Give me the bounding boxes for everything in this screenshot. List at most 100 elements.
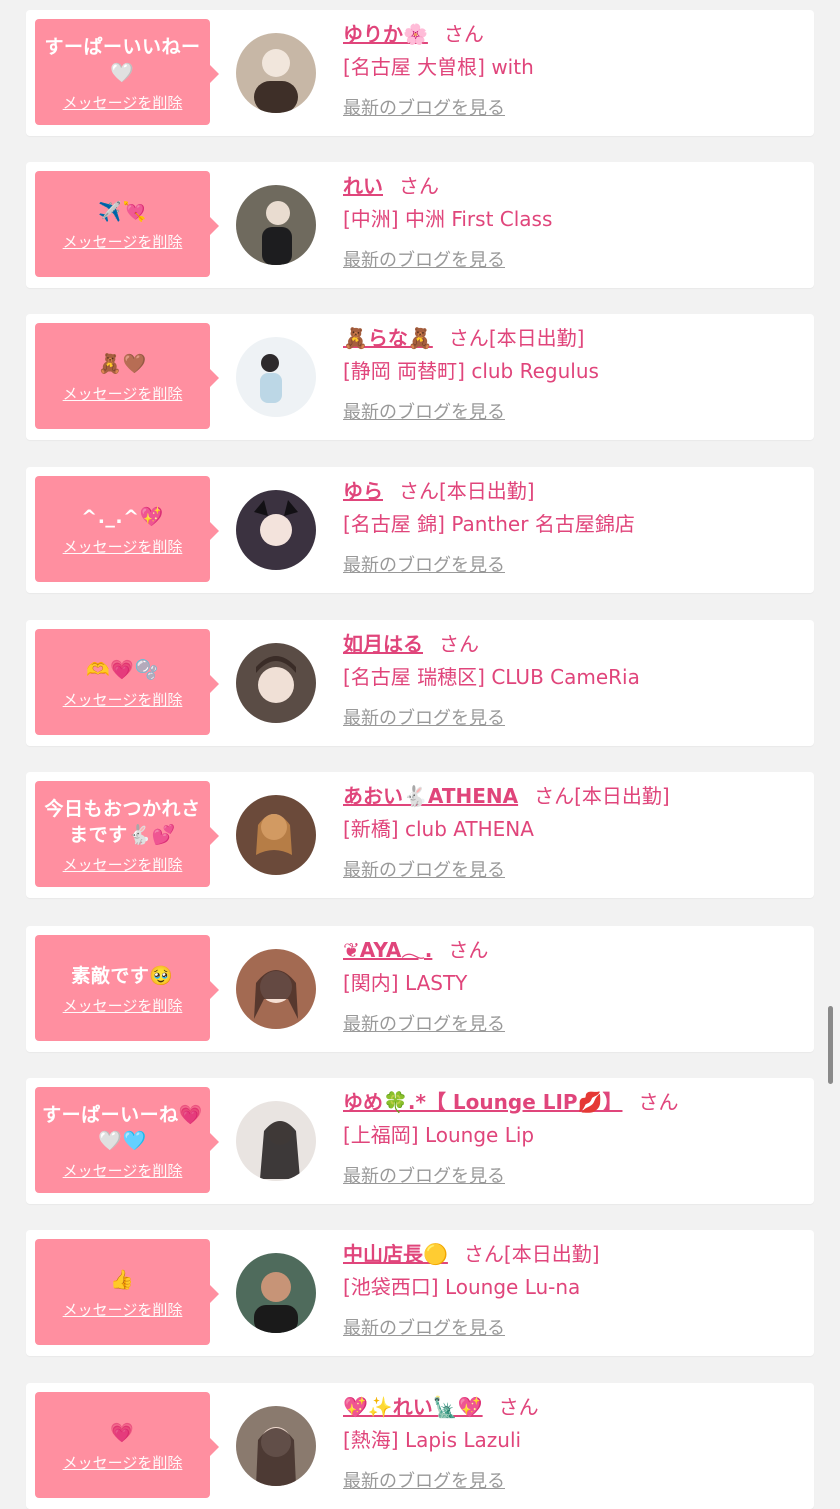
message-bubble: 🧸🤎 メッセージを削除 bbox=[35, 323, 219, 429]
message-bubble: ✈️💘 メッセージを削除 bbox=[35, 171, 219, 277]
avatar[interactable] bbox=[236, 1253, 316, 1333]
message-bubble: 💗 メッセージを削除 bbox=[35, 1392, 219, 1498]
message-bubble: すーぱーいいねー🤍 メッセージを削除 bbox=[35, 19, 219, 125]
message-card: 👍 メッセージを削除 中山店長🟡 さん[本日出勤] [池袋西口] Lounge L… bbox=[26, 1230, 814, 1356]
message-text: すーぱーいいねー🤍 bbox=[44, 35, 201, 84]
message-card: すーぱーいいねー🤍 メッセージを削除 ゆりか🌸 さん [名古屋 大曽根] with… bbox=[26, 10, 814, 136]
delete-message-link[interactable]: メッセージを削除 bbox=[63, 383, 183, 404]
shop-label: [熱海] Lapis Lazuli bbox=[343, 1428, 522, 1452]
sender-name-link[interactable]: れい bbox=[343, 174, 383, 198]
shop-label: [関内] LASTY bbox=[343, 971, 468, 995]
latest-blog-link[interactable]: 最新のブログを見る bbox=[343, 398, 505, 424]
message-bubble: すーぱーいーね💗🤍🩵 メッセージを削除 bbox=[35, 1087, 219, 1193]
latest-blog-link[interactable]: 最新のブログを見る bbox=[343, 856, 505, 882]
honorific: さん bbox=[498, 1395, 539, 1419]
message-text: 素敵です🥹 bbox=[71, 964, 174, 987]
scrollbar[interactable] bbox=[828, 1006, 833, 1084]
latest-blog-link[interactable]: 最新のブログを見る bbox=[343, 246, 505, 272]
avatar[interactable] bbox=[236, 949, 316, 1029]
latest-blog-link[interactable]: 最新のブログを見る bbox=[343, 1010, 505, 1036]
message-text: 💗 bbox=[110, 1421, 135, 1444]
shop-label: [名古屋 大曽根] with bbox=[343, 55, 534, 79]
avatar-photo-icon bbox=[236, 337, 316, 417]
avatar[interactable] bbox=[236, 33, 316, 113]
delete-message-link[interactable]: メッセージを削除 bbox=[63, 1299, 183, 1320]
avatar-photo-icon bbox=[236, 795, 316, 875]
message-bubble: 素敵です🥹 メッセージを削除 bbox=[35, 935, 219, 1041]
shop-label: [静岡 両替町] club Regulus bbox=[343, 359, 599, 383]
message-text: 🫶💗🫧 bbox=[86, 658, 159, 681]
sender-name-row: 中山店長🟡 さん[本日出勤] bbox=[343, 1240, 803, 1268]
message-bubble: 今日もおつかれさまです🐇💕 メッセージを削除 bbox=[35, 781, 219, 887]
delete-message-link[interactable]: メッセージを削除 bbox=[63, 1160, 183, 1181]
honorific: さん bbox=[448, 938, 489, 962]
avatar[interactable] bbox=[236, 185, 316, 265]
message-card: ✈️💘 メッセージを削除 れい さん [中洲] 中洲 First Class 最新… bbox=[26, 162, 814, 288]
message-text: すーぱーいーね💗🤍🩵 bbox=[42, 1103, 203, 1152]
message-list: すーぱーいいねー🤍 メッセージを削除 ゆりか🌸 さん [名古屋 大曽根] with… bbox=[0, 0, 840, 1509]
avatar-photo-icon bbox=[236, 185, 316, 265]
honorific: さん bbox=[534, 784, 575, 808]
attendance-status: [本日出勤] bbox=[488, 326, 585, 350]
latest-blog-link[interactable]: 最新のブログを見る bbox=[343, 704, 505, 730]
honorific: さん bbox=[443, 22, 484, 46]
latest-blog-link[interactable]: 最新のブログを見る bbox=[343, 1162, 505, 1188]
sender-name-row: れい さん bbox=[343, 172, 803, 200]
delete-message-link[interactable]: メッセージを削除 bbox=[63, 231, 183, 252]
sender-name-link[interactable]: ゆりか🌸 bbox=[343, 22, 428, 46]
sender-name-link[interactable]: ゆめ🍀.*【 Lounge LIP💋】 bbox=[343, 1090, 622, 1114]
honorific: さん bbox=[638, 1090, 679, 1114]
message-text: 今日もおつかれさまです🐇💕 bbox=[44, 797, 201, 846]
sender-name-row: ❦AYA𓂃. さん bbox=[343, 936, 803, 964]
sender-name-row: あおい🐇ATHENA さん[本日出勤] bbox=[343, 782, 803, 810]
delete-message-link[interactable]: メッセージを削除 bbox=[63, 1452, 183, 1473]
shop-label: [名古屋 錦] Panther 名古屋錦店 bbox=[343, 512, 635, 536]
avatar-photo-icon bbox=[236, 33, 316, 113]
sender-name-link[interactable]: ❦AYA𓂃. bbox=[343, 938, 432, 962]
sender-name-link[interactable]: 💖✨れい🗽💖 bbox=[343, 1395, 483, 1419]
message-text: ^._.^💖 bbox=[81, 505, 164, 528]
sender-name-link[interactable]: 如月はる bbox=[343, 632, 423, 656]
avatar[interactable] bbox=[236, 1406, 316, 1486]
avatar[interactable] bbox=[236, 643, 316, 723]
latest-blog-link[interactable]: 最新のブログを見る bbox=[343, 1467, 505, 1493]
sender-name-row: ゆら さん[本日出勤] bbox=[343, 477, 803, 505]
avatar[interactable] bbox=[236, 1101, 316, 1181]
message-card: 🫶💗🫧 メッセージを削除 如月はる さん [名古屋 瑞穂区] CLUB CameR… bbox=[26, 620, 814, 746]
delete-message-link[interactable]: メッセージを削除 bbox=[63, 689, 183, 710]
delete-message-link[interactable]: メッセージを削除 bbox=[63, 854, 183, 875]
delete-message-link[interactable]: メッセージを削除 bbox=[63, 92, 183, 113]
delete-message-link[interactable]: メッセージを削除 bbox=[63, 536, 183, 557]
sender-name-link[interactable]: 🧸らな🧸 bbox=[343, 326, 433, 350]
sender-name-row: ゆめ🍀.*【 Lounge LIP💋】 さん bbox=[343, 1088, 803, 1116]
message-text: ✈️💘 bbox=[98, 200, 147, 223]
avatar-photo-icon bbox=[236, 1101, 316, 1181]
sender-name-link[interactable]: ゆら bbox=[343, 479, 383, 503]
message-card: 今日もおつかれさまです🐇💕 メッセージを削除 あおい🐇ATHENA さん[本日出勤… bbox=[26, 772, 814, 898]
sender-name-row: 如月はる さん bbox=[343, 630, 803, 658]
sender-name-row: ゆりか🌸 さん bbox=[343, 20, 803, 48]
latest-blog-link[interactable]: 最新のブログを見る bbox=[343, 1314, 505, 1340]
message-text: 👍 bbox=[110, 1268, 135, 1291]
latest-blog-link[interactable]: 最新のブログを見る bbox=[343, 551, 505, 577]
message-bubble: ^._.^💖 メッセージを削除 bbox=[35, 476, 219, 582]
shop-label: [上福岡] Lounge Lip bbox=[343, 1123, 535, 1147]
avatar[interactable] bbox=[236, 490, 316, 570]
shop-label: [中洲] 中洲 First Class bbox=[343, 207, 553, 231]
message-text: 🧸🤎 bbox=[98, 352, 147, 375]
avatar[interactable] bbox=[236, 795, 316, 875]
message-card: 🧸🤎 メッセージを削除 🧸らな🧸 さん[本日出勤] [静岡 両替町] club R… bbox=[26, 314, 814, 440]
delete-message-link[interactable]: メッセージを削除 bbox=[63, 995, 183, 1016]
avatar[interactable] bbox=[236, 337, 316, 417]
message-card: すーぱーいーね💗🤍🩵 メッセージを削除 ゆめ🍀.*【 Lounge LIP💋】さ… bbox=[26, 1078, 814, 1204]
message-card: 素敵です🥹 メッセージを削除 ❦AYA𓂃. さん [関内] LASTY 最新のブロ… bbox=[26, 926, 814, 1052]
message-card: 💗 メッセージを削除 💖✨れい🗽💖 さん [熱海] Lapis Lazuli 最新… bbox=[26, 1383, 814, 1509]
shop-label: [新橋] club ATHENA bbox=[343, 817, 534, 841]
sender-name-row: 🧸らな🧸 さん[本日出勤] bbox=[343, 324, 803, 352]
sender-name-link[interactable]: あおい🐇ATHENA bbox=[343, 784, 518, 808]
attendance-status: [本日出勤] bbox=[574, 784, 670, 808]
honorific: さん bbox=[399, 479, 439, 503]
attendance-status: [本日出勤] bbox=[439, 479, 535, 503]
latest-blog-link[interactable]: 最新のブログを見る bbox=[343, 94, 505, 120]
sender-name-link[interactable]: 中山店長🟡 bbox=[343, 1242, 448, 1266]
